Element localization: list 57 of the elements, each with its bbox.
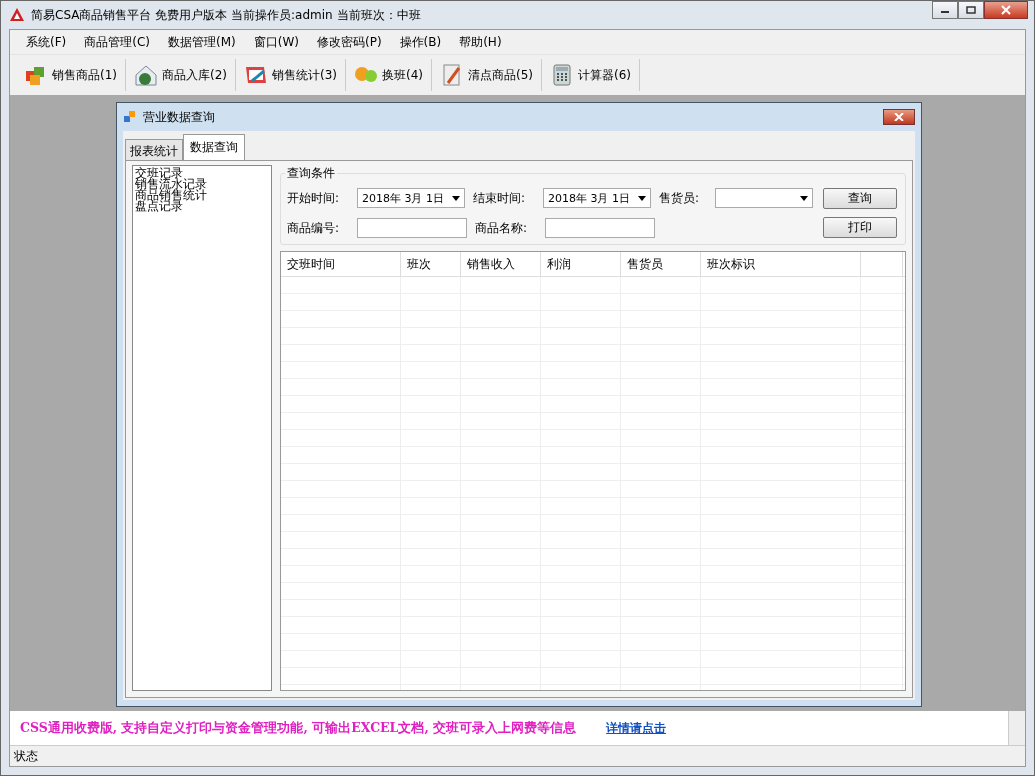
column-header[interactable]: 班次 <box>401 252 461 276</box>
menu-item[interactable]: 数据管理(M) <box>160 30 244 54</box>
list-item[interactable]: 盘点记录 <box>135 201 269 212</box>
menu-item[interactable]: 帮助(H) <box>451 30 510 54</box>
field-label: 结束时间: <box>473 189 527 207</box>
caret-icon <box>452 195 460 201</box>
window-icon <box>123 110 137 124</box>
input-field[interactable] <box>357 218 467 238</box>
close-icon <box>1000 5 1012 15</box>
menu-item[interactable]: 修改密码(P) <box>308 30 390 54</box>
column-header[interactable]: 班次标识 <box>701 252 861 276</box>
toolbar-button[interactable]: 换班(4) <box>346 59 432 91</box>
details-link[interactable]: 详情请点击 <box>606 719 667 737</box>
field-label: 商品名称: <box>475 219 529 237</box>
app-logo-icon <box>9 7 25 23</box>
date-picker[interactable]: 2018年 3月 1日 <box>357 188 465 208</box>
column-header[interactable]: 利润 <box>541 252 621 276</box>
list-item[interactable]: 交班记录 <box>135 168 269 179</box>
tab[interactable]: 数据查询 <box>183 134 245 160</box>
print-button[interactable]: 打印 <box>823 217 897 238</box>
status-text: 状态 <box>14 747 38 765</box>
close-button[interactable] <box>883 109 915 125</box>
menu-item[interactable]: 商品管理(C) <box>76 30 158 54</box>
menu-item[interactable]: 窗口(W) <box>245 30 307 54</box>
toolbar-button[interactable]: 商品入库(2) <box>126 59 236 91</box>
maximize-icon <box>966 6 976 14</box>
date-picker[interactable]: 2018年 3月 1日 <box>543 188 651 208</box>
maximize-button[interactable] <box>958 1 984 19</box>
calc-icon <box>550 63 574 87</box>
menu-item[interactable]: 操作(B) <box>391 30 450 54</box>
field-label: 商品编号: <box>287 219 341 237</box>
close-button[interactable] <box>984 1 1028 19</box>
promo-text: CSS通用收费版, 支持自定义打印与资金管理功能, 可输出EXCEL文档, 交班可录入上网费等信息 <box>20 719 577 737</box>
minimize-button[interactable] <box>932 1 958 19</box>
query-button[interactable]: 查询 <box>823 188 897 209</box>
scrollbar[interactable] <box>1008 711 1025 745</box>
caret-icon <box>638 195 646 201</box>
window-title: 简易CSA商品销售平台 免费用户版本 当前操作员:admin 当前班次：中班 <box>31 6 421 24</box>
toolbar-button[interactable]: 销售商品(1) <box>16 59 126 91</box>
menu-item[interactable]: 系统(F) <box>18 30 75 54</box>
house-icon <box>134 63 158 87</box>
group-legend: 查询条件 <box>285 165 337 182</box>
child-window-title: 营业数据查询 <box>143 108 215 126</box>
close-icon <box>894 113 904 121</box>
tab[interactable]: 报表统计 <box>125 139 183 160</box>
input-field[interactable] <box>545 218 655 238</box>
field-label: 开始时间: <box>287 189 341 207</box>
column-header[interactable]: 销售收入 <box>461 252 541 276</box>
list-item[interactable]: 销售流水记录 <box>135 179 269 190</box>
column-header[interactable]: 交班时间 <box>281 252 401 276</box>
toolbar-button[interactable]: 销售统计(3) <box>236 59 346 91</box>
field-label: 售货员: <box>659 189 701 207</box>
toolbar-button[interactable]: 清点商品(5) <box>432 59 542 91</box>
caret-icon <box>800 195 808 201</box>
toolbar-button[interactable]: 计算器(6) <box>542 59 640 91</box>
column-header[interactable]: 售货员 <box>621 252 701 276</box>
list-item[interactable]: 商品销售统计 <box>135 190 269 201</box>
